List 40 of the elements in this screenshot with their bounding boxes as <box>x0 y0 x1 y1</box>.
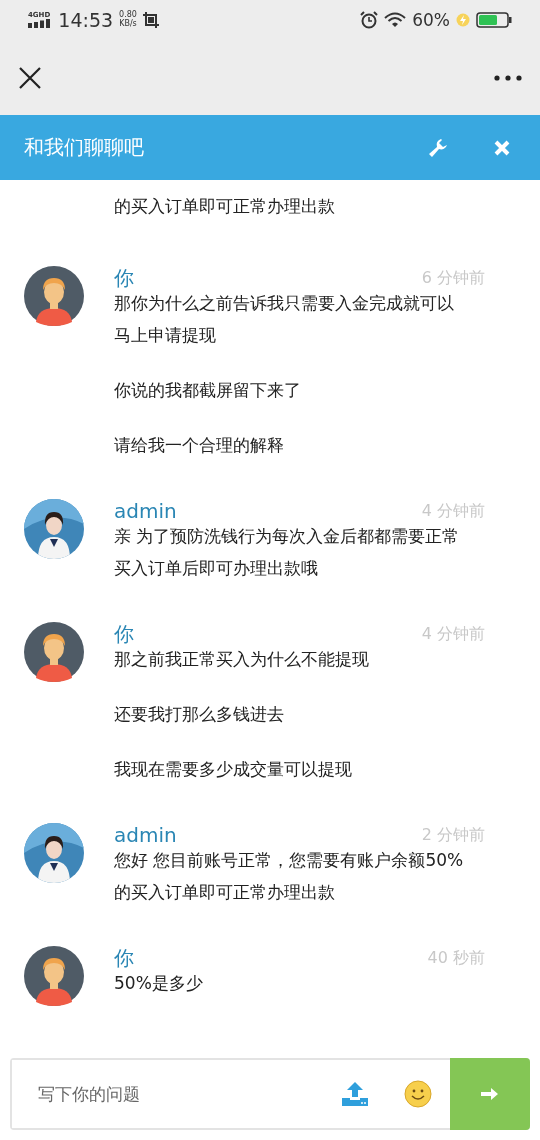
sender-name: admin <box>114 500 177 522</box>
sender-name: 你 <box>114 623 134 645</box>
message-line: 50%是多少 <box>114 972 203 995</box>
message-line: 你说的我都截屏留下来了 <box>114 379 301 402</box>
wrench-icon <box>428 137 448 158</box>
message-line: 那你为什么之前告诉我只需要入金完成就可以 <box>114 292 454 315</box>
message-line: 亲 为了预防洗钱行为每次入金后都都需要正常 <box>114 525 460 548</box>
screenshot-icon <box>142 12 159 28</box>
speed-unit: KB/s <box>119 20 137 29</box>
sender-name: 你 <box>114 267 134 289</box>
message-line: 马上申请提现 <box>114 324 216 347</box>
message-line: 我现在需要多少成交量可以提现 <box>114 758 352 781</box>
message-line: 的买入订单即可正常办理出款 <box>114 881 335 904</box>
battery-icon <box>476 12 512 28</box>
close-icon <box>494 139 510 156</box>
charging-icon <box>456 13 470 27</box>
more-icon[interactable] <box>494 74 522 81</box>
chat-title: 和我们聊聊吧 <box>24 134 145 161</box>
avatar-icon <box>24 946 84 1006</box>
message-line: 那之前我正常买入为什么不能提现 <box>114 648 369 671</box>
sender-name: admin <box>114 824 177 846</box>
sender-name: 你 <box>114 947 134 969</box>
avatar-icon <box>24 622 84 682</box>
message-line: 还要我打那么多钱进去 <box>114 703 284 726</box>
avatar-icon <box>24 266 84 326</box>
alarm-icon <box>360 11 379 29</box>
message-line: 请给我一个合理的解释 <box>114 434 284 457</box>
upload-icon <box>342 1082 368 1106</box>
speed-value: 0.80 <box>119 11 137 20</box>
message-line: 的买入订单即可正常办理出款 <box>114 195 335 218</box>
signal-icon <box>28 19 50 28</box>
message-line: 买入订单后即可办理出款哦 <box>114 557 318 580</box>
message-line: 您好 您目前账号正常，您需要有账户余额50% <box>114 849 464 872</box>
close-icon[interactable] <box>18 65 42 90</box>
composer-field[interactable]: 写下你的问题 <box>10 1058 530 1130</box>
clock: 14:53 <box>58 9 114 31</box>
wifi-icon <box>384 12 407 28</box>
smiley-icon <box>404 1080 432 1108</box>
arrow-icon <box>481 1087 499 1101</box>
battery-percent: 60% <box>412 10 450 30</box>
